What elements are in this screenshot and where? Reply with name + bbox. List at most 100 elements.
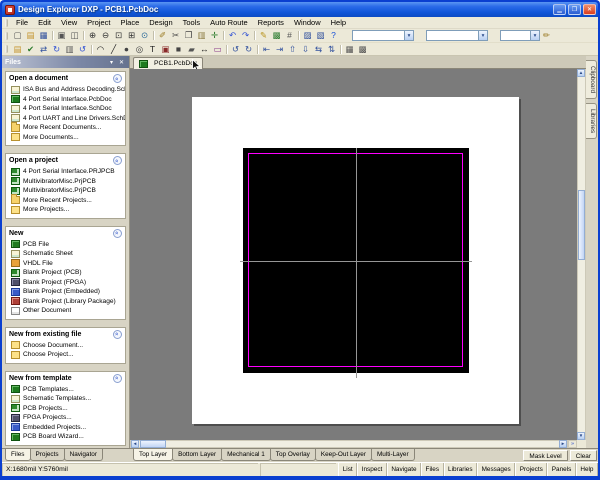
- section-header[interactable]: Open a document »: [6, 72, 125, 84]
- copy-icon[interactable]: ❐: [182, 30, 195, 42]
- file-list-item[interactable]: Blank Project (FPGA): [6, 278, 125, 288]
- right-panel-tab[interactable]: Libraries: [586, 103, 597, 139]
- collapse-section-button[interactable]: »: [113, 229, 122, 238]
- close-button[interactable]: ✕: [583, 4, 596, 15]
- library-icon[interactable]: ▨: [301, 30, 314, 42]
- chevron-down-icon[interactable]: ▾: [478, 31, 487, 40]
- scroll-up-icon[interactable]: ▲: [577, 69, 585, 77]
- panels-icon[interactable]: ▩: [356, 43, 369, 55]
- scroll-right-icon[interactable]: ►: [559, 440, 567, 448]
- filter-combo-1[interactable]: ▾: [352, 30, 414, 41]
- layer-tab[interactable]: Keep-Out Layer: [315, 449, 372, 461]
- place-fill-icon[interactable]: ■: [172, 43, 185, 55]
- menu-item[interactable]: Project: [82, 17, 115, 28]
- pcb-sheet[interactable]: [192, 97, 519, 424]
- collapse-section-button[interactable]: »: [113, 374, 122, 383]
- file-list-item[interactable]: PCB Templates...: [6, 385, 125, 395]
- open-document-icon[interactable]: ▤: [24, 30, 37, 42]
- toolbar-grip[interactable]: [5, 45, 8, 53]
- rotate-ccw-icon[interactable]: ↺: [229, 43, 242, 55]
- clear-button[interactable]: Clear: [570, 450, 597, 461]
- file-list-item[interactable]: Other Document: [6, 306, 125, 316]
- layer-tabs-overflow-button[interactable]: »: [568, 440, 577, 448]
- file-list-item[interactable]: More Documents...: [6, 133, 125, 143]
- board-icon[interactable]: ▩: [270, 30, 283, 42]
- filter-combo-3[interactable]: ▾: [500, 30, 540, 41]
- paste-icon[interactable]: ▥: [195, 30, 208, 42]
- file-list-item[interactable]: Blank Project (Embedded): [6, 287, 125, 297]
- section-header[interactable]: New »: [6, 227, 125, 239]
- browse-icon[interactable]: ▧: [314, 30, 327, 42]
- sync-icon[interactable]: ⇄: [37, 43, 50, 55]
- pencil-icon[interactable]: ✎: [257, 30, 270, 42]
- file-list-item[interactable]: PCB File: [6, 240, 125, 250]
- section-header[interactable]: New from template »: [6, 372, 125, 384]
- collapse-section-button[interactable]: »: [113, 74, 122, 83]
- status-panel-button[interactable]: Messages: [477, 463, 515, 476]
- panel-tab[interactable]: Projects: [30, 449, 65, 461]
- menubar-grip[interactable]: [5, 19, 8, 27]
- save-icon[interactable]: ▦: [37, 30, 50, 42]
- grid-icon[interactable]: #: [283, 30, 296, 42]
- menu-item[interactable]: Help: [326, 17, 351, 28]
- vertical-scrollbar[interactable]: ▲ ▼: [577, 69, 586, 440]
- file-list-item[interactable]: PCB Projects...: [6, 404, 125, 414]
- menu-item[interactable]: File: [11, 17, 33, 28]
- file-list-item[interactable]: Embedded Projects...: [6, 423, 125, 433]
- cross-probe-icon[interactable]: ⊙: [138, 30, 151, 42]
- place-polygon-icon[interactable]: ▰: [185, 43, 198, 55]
- layer-tab[interactable]: Mechanical 1: [221, 449, 271, 461]
- chevron-down-icon[interactable]: ▾: [530, 31, 539, 40]
- file-list-item[interactable]: More Projects...: [6, 205, 125, 215]
- rotate-cw-icon[interactable]: ↻: [242, 43, 255, 55]
- menu-item[interactable]: View: [56, 17, 82, 28]
- panel-tab[interactable]: Files: [5, 449, 31, 461]
- horizontal-scroll-thumb[interactable]: [140, 440, 166, 448]
- file-list-item[interactable]: VHDL File: [6, 259, 125, 269]
- compile-icon[interactable]: ✔: [24, 43, 37, 55]
- rooms-icon[interactable]: ▦: [343, 43, 356, 55]
- file-list-item[interactable]: ISA Bus and Address Decoding.SchDoc: [6, 85, 125, 95]
- menu-item[interactable]: Design: [144, 17, 177, 28]
- mask-level-button[interactable]: Mask Level: [523, 450, 567, 461]
- restore-button[interactable]: ❐: [568, 4, 581, 15]
- place-line-icon[interactable]: ╱: [107, 43, 120, 55]
- align-bottom-icon[interactable]: ⇩: [299, 43, 312, 55]
- section-header[interactable]: New from existing file »: [6, 328, 125, 340]
- menu-item[interactable]: Place: [116, 17, 145, 28]
- layer-tab[interactable]: Multi-Layer: [371, 449, 415, 461]
- print-preview-icon[interactable]: ◫: [68, 30, 81, 42]
- place-string-icon[interactable]: T: [146, 43, 159, 55]
- file-list-item[interactable]: 4 Port Serial Interface.PRJPCB: [6, 167, 125, 177]
- filter-combo-2[interactable]: ▾: [426, 30, 488, 41]
- move-icon[interactable]: ✛: [208, 30, 221, 42]
- file-list-item[interactable]: MultivibratorMisc.PrjPCB: [6, 186, 125, 196]
- status-panel-button[interactable]: Projects: [515, 463, 547, 476]
- panel-close-button[interactable]: ✕: [117, 58, 126, 67]
- align-right-icon[interactable]: ⇥: [273, 43, 286, 55]
- file-list-item[interactable]: FPGA Projects...: [6, 413, 125, 423]
- status-panel-button[interactable]: Libraries: [444, 463, 478, 476]
- collapse-section-button[interactable]: »: [113, 330, 122, 339]
- layer-tab[interactable]: Bottom Layer: [172, 449, 222, 461]
- report-icon[interactable]: ▥: [63, 43, 76, 55]
- file-list-item[interactable]: 4 Port Serial Interface.SchDoc: [6, 104, 125, 114]
- update-icon[interactable]: ↻: [50, 43, 63, 55]
- scroll-left-icon[interactable]: ◄: [131, 440, 139, 448]
- filter-icon[interactable]: ✐: [156, 30, 169, 42]
- status-panel-button[interactable]: Inspect: [357, 463, 387, 476]
- files-panel-header[interactable]: Files ▾ ✕: [2, 56, 129, 68]
- file-list-item[interactable]: Blank Project (PCB): [6, 268, 125, 278]
- file-list-item[interactable]: More Recent Documents...: [6, 123, 125, 133]
- toolbar-grip[interactable]: [5, 32, 8, 40]
- open-project-icon[interactable]: ▤: [11, 43, 24, 55]
- file-list-item[interactable]: Schematic Templates...: [6, 394, 125, 404]
- pcb-canvas[interactable]: [130, 69, 577, 440]
- zoom-in-icon[interactable]: ⊕: [86, 30, 99, 42]
- status-panel-button[interactable]: Files: [421, 463, 444, 476]
- zoom-out-icon[interactable]: ⊖: [99, 30, 112, 42]
- file-list-item[interactable]: PCB Board Wizard...: [6, 432, 125, 442]
- status-panel-button[interactable]: Navigate: [387, 463, 421, 476]
- section-header[interactable]: Open a project »: [6, 154, 125, 166]
- horizontal-scrollbar[interactable]: ◄ ►: [130, 440, 568, 448]
